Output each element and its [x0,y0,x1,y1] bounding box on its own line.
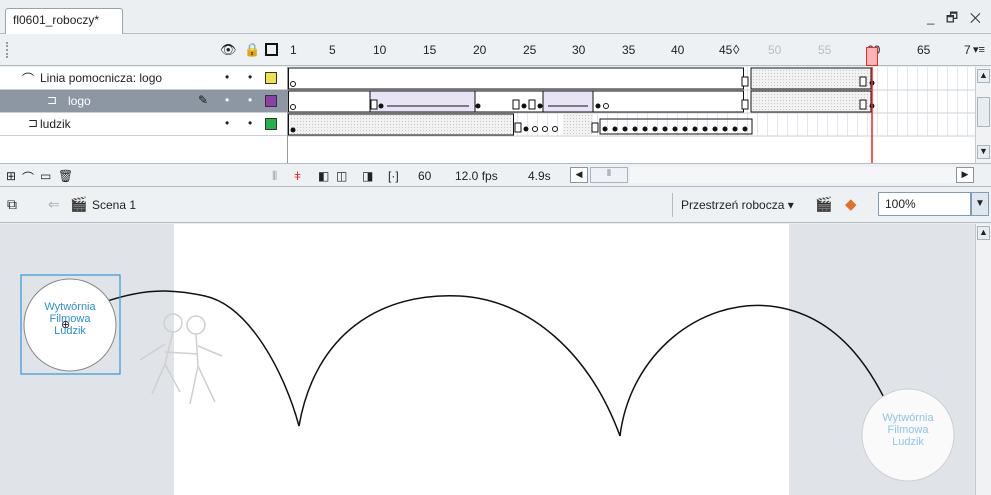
layer-color-swatch[interactable] [265,95,277,107]
workspace-menu-button[interactable]: Przestrzeń robocza ▾ [681,198,794,212]
horizontal-scroll-track[interactable] [630,167,956,183]
frame-number: 55 [818,43,832,57]
current-frame: 60 [418,169,432,183]
chevron-down-icon[interactable]: ▼ [971,192,989,216]
timeline-header: 👁 🔒 1 5 10 15 20 25 30 35 40 45 50 55 60… [0,34,991,66]
layer-name[interactable]: logo [68,94,91,108]
frame-number: 50 [768,43,782,57]
stage-artwork [20,274,955,482]
stick-figures [139,313,223,405]
timeline-toggle-icon[interactable]: ⧉ [7,196,17,213]
restore-icon[interactable]: 🗗 [946,10,962,25]
document-tab-bar: fl0601_roboczy* _ 🗗 ✕ [0,0,991,34]
document-tab-title: fl0601_roboczy* [13,13,100,27]
outline-icon[interactable] [265,43,278,56]
frame-number: 7 [964,43,971,57]
logo-text-faint: Wytwórnia Filmowa Ludzik [860,412,956,448]
divider [672,193,673,217]
zoom-value: 100% [885,197,916,211]
close-icon[interactable]: ✕ [970,10,985,25]
elapsed-time: 4.9s [528,169,551,183]
document-tab[interactable]: fl0601_roboczy* [5,8,123,34]
logo-line: Ludzik [892,436,924,448]
frame-number: 65 [917,43,931,57]
center-frame-icon[interactable]: ǂ [294,169,301,183]
registration-point-icon: ⊕ [61,319,71,331]
playhead-handle[interactable] [866,47,878,66]
logo-line: Wytwórnia [44,301,96,313]
frame-number: 10 [373,43,387,57]
visibility-dot[interactable]: • [225,93,229,107]
visibility-dot[interactable]: • [225,116,229,130]
window-controls: _ 🗗 ✕ [927,9,985,31]
guided-layer-icon: ⊐ [47,93,58,107]
lock-dot[interactable]: • [248,93,252,107]
scene-label[interactable]: Scena 1 [92,198,136,212]
scroll-down-icon[interactable]: ▼ [977,145,990,159]
frame-view-menu-icon[interactable]: ▾≡ [973,43,985,56]
edit-bar: ⧉ ⇐ 🎬 Scena 1 Przestrzeń robocza ▾ 🎬 ◆ 1… [0,187,991,223]
frame-number: 15 [423,43,437,57]
frames-grid[interactable] [287,67,976,163]
grip-handle[interactable] [6,42,10,58]
frame-number: 5 [329,43,336,57]
frames-grid-drawing [288,67,976,163]
lock-dot[interactable]: • [248,116,252,130]
modify-markers-icon[interactable]: [·] [388,169,399,183]
delete-layer-icon[interactable]: 🗑 [58,169,73,183]
layer-color-swatch[interactable] [265,72,277,84]
onion-skin-icon[interactable]: ◧ [318,169,329,183]
eye-icon[interactable]: 👁 [220,42,237,58]
frame-number: 30 [572,43,586,57]
horizontal-scroll-thumb[interactable]: ⦀ [590,167,628,183]
frame-number: 1 [290,43,297,57]
scroll-up-icon[interactable]: ▲ [977,69,990,83]
frame-number: 40 [671,43,685,57]
new-folder-icon[interactable]: ▭ [40,169,51,183]
logo-line: Filmowa [887,424,929,436]
logo-line: Wytwórnia [882,412,934,424]
lock-dot[interactable]: • [248,70,252,84]
layer-row-logo[interactable]: ⊐ logo ✎ • • [0,90,287,113]
scroll-right-icon[interactable]: ▶ [956,167,974,183]
pencil-icon: ✎ [198,93,209,107]
splitter-icon[interactable]: ⦀ [272,169,277,184]
scene-icon: 🎬 [70,196,88,212]
guide-layer-icon: ⌒ [22,72,35,86]
frame-rate: 12.0 fps [455,169,498,183]
zoom-input[interactable]: 100% [878,192,971,216]
layer-row-ludzik[interactable]: ⊐ ludzik • • [0,113,287,136]
onion-skin-marker-icon[interactable]: ◊ [733,42,739,57]
scroll-left-icon[interactable]: ◀ [570,167,588,183]
scroll-thumb[interactable] [977,97,990,127]
frame-number: 20 [473,43,487,57]
edit-scene-icon[interactable]: 🎬 [815,196,832,213]
layer-color-swatch[interactable] [265,118,277,130]
minimize-icon[interactable]: _ [927,10,938,25]
scroll-up-icon[interactable]: ▲ [977,226,990,240]
layer-list-empty [0,136,287,163]
add-guide-icon[interactable]: ⌒ [22,169,34,186]
visibility-dot[interactable]: • [225,70,229,84]
edit-symbols-icon[interactable]: ◆ [845,195,857,213]
edit-multiple-frames-icon[interactable]: ◨ [362,169,373,183]
new-layer-icon[interactable]: ⊞ [6,169,16,183]
timeline-footer: ⊞ ⌒ ▭ 🗑 ⦀ ǂ ◧ ◫ ◨ [·] 60 12.0 fps 4.9s ◀… [0,163,991,187]
frame-number: 25 [523,43,537,57]
layer-name[interactable]: Linia pomocnicza: logo [40,71,162,85]
timeline-vertical-scrollbar[interactable]: ▲ ▼ [975,67,991,163]
onion-outlines-icon[interactable]: ◫ [336,169,347,183]
layer-row-guide[interactable]: ⌒ Linia pomocnicza: logo • • [0,67,287,90]
frame-number: 45 [719,43,733,57]
frame-number: 35 [622,43,636,57]
layer-icon: ⊐ [28,116,39,130]
lock-icon[interactable]: 🔒 [244,42,260,58]
layer-name[interactable]: ludzik [40,117,71,131]
stage-vertical-scrollbar[interactable]: ▲ [975,224,991,495]
back-arrow-icon[interactable]: ⇐ [48,196,60,213]
